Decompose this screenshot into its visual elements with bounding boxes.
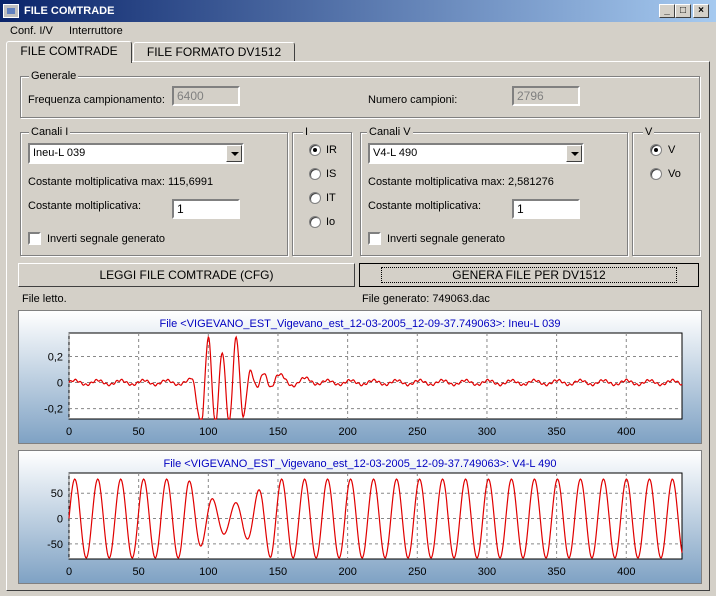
radio-ir-label: IR [326, 144, 337, 156]
menu-interruttore[interactable]: Interruttore [69, 25, 123, 37]
radio-vo[interactable] [650, 168, 662, 180]
x-tick-label: 100 [199, 426, 217, 438]
x-tick-label: 400 [617, 566, 635, 578]
chart-voltage-title: File <VIGEVANO_EST_Vigevano_est_12-03-20… [163, 458, 556, 470]
canali-i-mult-field[interactable]: 1 [172, 199, 240, 219]
app-icon [3, 4, 19, 18]
v-group [632, 132, 700, 256]
menu-bar: Conf. I/V Interruttore [0, 22, 716, 41]
x-tick-label: 400 [617, 426, 635, 438]
x-tick-label: 50 [133, 426, 145, 438]
radio-it[interactable] [309, 192, 321, 204]
canali-v-selected: V4-L 490 [373, 147, 417, 159]
x-tick-label: 200 [338, 566, 356, 578]
x-tick-label: 0 [66, 566, 72, 578]
tab-file-formato-dv1512[interactable]: FILE FORMATO DV1512 [133, 42, 295, 62]
chart-current: File <VIGEVANO_EST_Vigevano_est_12-03-20… [18, 310, 702, 444]
title-bar: FILE COMTRADE _ □ × [0, 0, 716, 22]
y-tick-label: 0,2 [48, 351, 63, 363]
y-tick-label: 50 [51, 488, 63, 500]
x-tick-label: 350 [547, 426, 565, 438]
x-tick-label: 250 [408, 566, 426, 578]
canali-v-mult-label: Costante moltiplicativa: [368, 200, 481, 212]
canali-i-select[interactable]: Ineu-L 039 [28, 143, 244, 164]
campioni-field[interactable]: 2796 [512, 86, 580, 106]
canali-i-mult-label: Costante moltiplicativa: [28, 200, 141, 212]
x-tick-label: 200 [338, 426, 356, 438]
x-tick-label: 300 [478, 426, 496, 438]
canali-v-select[interactable]: V4-L 490 [368, 143, 584, 164]
radio-v-label: V [668, 144, 675, 156]
status-generated: File generato: 749063.dac [362, 293, 490, 305]
canali-v-invert-label: Inverti segnale generato [387, 233, 505, 245]
canali-i-max-label: Costante moltiplicativa max: 115,6991 [28, 176, 213, 188]
y-tick-label: -50 [47, 539, 63, 551]
i-group [292, 132, 352, 256]
x-tick-label: 100 [199, 566, 217, 578]
canali-i-selected: Ineu-L 039 [33, 147, 85, 159]
radio-ir[interactable] [309, 144, 321, 156]
y-tick-label: 0 [57, 378, 63, 390]
canali-v-title: Canali V [367, 126, 413, 138]
generate-file-label: GENERA FILE PER DV1512 [381, 267, 676, 283]
radio-io-label: Io [326, 216, 335, 228]
minimize-button[interactable]: _ [659, 4, 675, 18]
x-tick-label: 150 [269, 426, 287, 438]
canali-i-invert-checkbox[interactable] [28, 232, 41, 245]
x-tick-label: 350 [547, 566, 565, 578]
freq-field[interactable]: 6400 [172, 86, 240, 106]
y-tick-label: -0,2 [44, 404, 63, 416]
chart-voltage: File <VIGEVANO_EST_Vigevano_est_12-03-20… [18, 450, 702, 584]
x-tick-label: 150 [269, 566, 287, 578]
radio-io[interactable] [309, 216, 321, 228]
freq-label: Frequenza campionamento: [28, 94, 165, 106]
menu-conf-iv[interactable]: Conf. I/V [10, 25, 53, 37]
radio-it-label: IT [326, 192, 336, 204]
generale-title: Generale [29, 70, 78, 82]
canali-i-title: Canali I [29, 126, 70, 138]
chevron-down-icon[interactable] [226, 145, 242, 162]
chevron-down-icon[interactable] [566, 145, 582, 162]
radio-is[interactable] [309, 168, 321, 180]
canali-v-max-label: Costante moltiplicativa max: 2,581276 [368, 176, 554, 188]
radio-is-label: IS [326, 168, 336, 180]
x-tick-label: 250 [408, 426, 426, 438]
plot-area [69, 333, 682, 419]
i-group-title: I [303, 126, 310, 138]
campioni-label: Numero campioni: [368, 94, 457, 106]
canali-v-invert-checkbox[interactable] [368, 232, 381, 245]
x-tick-label: 50 [133, 566, 145, 578]
radio-v[interactable] [650, 144, 662, 156]
y-tick-label: 0 [57, 514, 63, 526]
x-tick-label: 0 [66, 426, 72, 438]
window-title: FILE COMTRADE [24, 5, 114, 17]
maximize-button[interactable]: □ [675, 4, 691, 18]
radio-vo-label: Vo [668, 168, 681, 180]
tab-file-comtrade[interactable]: FILE COMTRADE [6, 41, 132, 63]
status-read: File letto. [22, 293, 67, 305]
v-group-title: V [643, 126, 654, 138]
canali-v-mult-field[interactable]: 1 [512, 199, 580, 219]
generate-file-button[interactable]: GENERA FILE PER DV1512 [359, 263, 699, 287]
chart-current-title: File <VIGEVANO_EST_Vigevano_est_12-03-20… [160, 318, 561, 330]
x-tick-label: 300 [478, 566, 496, 578]
chart-voltage-svg: File <VIGEVANO_EST_Vigevano_est_12-03-20… [19, 451, 701, 583]
read-comtrade-button[interactable]: LEGGI FILE COMTRADE (CFG) [18, 263, 355, 287]
close-button[interactable]: × [693, 4, 709, 18]
canali-i-invert-label: Inverti segnale generato [47, 233, 165, 245]
chart-current-svg: File <VIGEVANO_EST_Vigevano_est_12-03-20… [19, 311, 701, 443]
